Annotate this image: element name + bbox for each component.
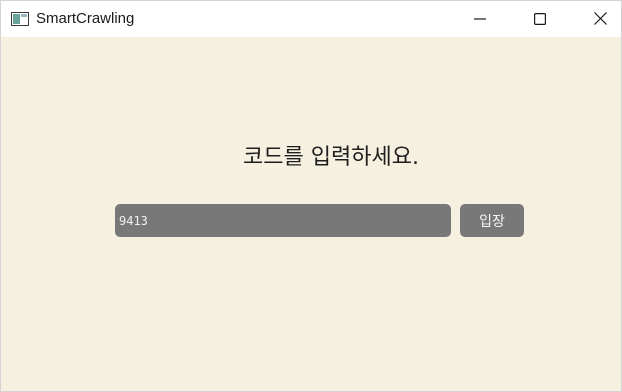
app-window-icon <box>11 11 29 26</box>
code-input[interactable] <box>115 204 451 237</box>
title-bar[interactable]: SmartCrawling <box>1 1 621 37</box>
close-button[interactable] <box>577 1 622 37</box>
enter-button[interactable]: 입장 <box>460 204 524 237</box>
close-icon <box>593 10 607 29</box>
main-panel: 코드를 입력하세요. 입장 <box>1 37 621 391</box>
code-prompt: 코드를 입력하세요. <box>243 145 419 170</box>
maximize-button[interactable] <box>517 1 563 37</box>
maximize-icon <box>534 10 547 29</box>
minimize-icon <box>474 10 486 29</box>
minimize-button[interactable] <box>457 1 503 37</box>
window-title: SmartCrawling <box>36 10 135 27</box>
app-window: SmartCrawling 코드를 입력하세요. 9413 입장 <box>0 0 622 392</box>
